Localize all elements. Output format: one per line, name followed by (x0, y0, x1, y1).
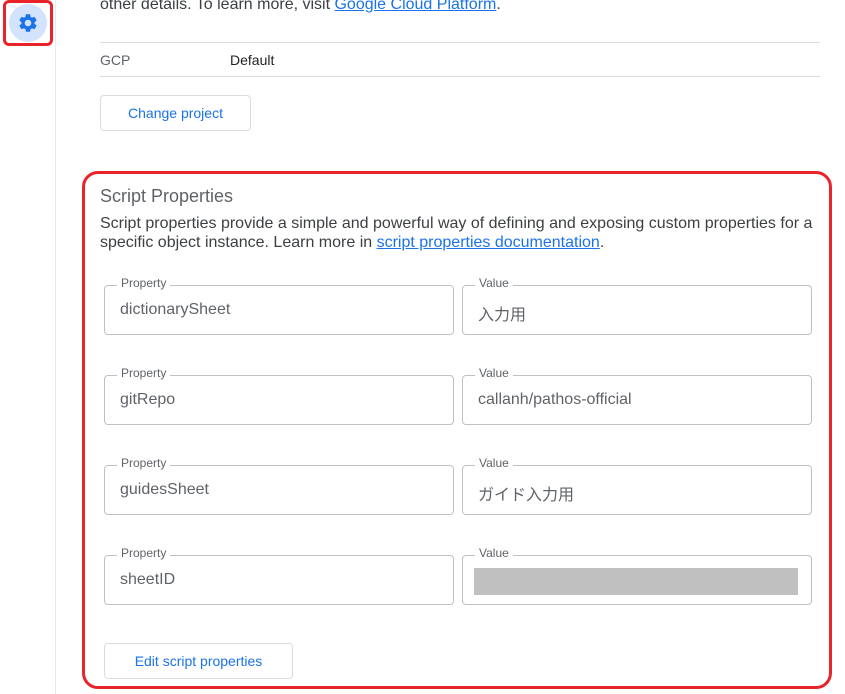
gcp-project-key: GCP (100, 52, 131, 68)
property-field-label: Property (117, 546, 171, 560)
gcp-project-value: Default (230, 52, 275, 68)
edit-script-properties-button[interactable]: Edit script properties (104, 643, 293, 679)
property-field-label: Property (117, 276, 171, 290)
value-field-value: callanh/pathos-official (478, 391, 632, 408)
property-field-value: guidesSheet (120, 481, 209, 498)
gcp-intro-end: . (496, 0, 501, 13)
property-field[interactable]: Property guidesSheet (104, 456, 454, 515)
left-nav-rail (0, 0, 56, 694)
property-field[interactable]: Property dictionarySheet (104, 276, 454, 335)
gcp-intro-line: other details. To learn more, visit (100, 0, 331, 13)
property-field[interactable]: Property sheetID (104, 546, 454, 605)
value-field[interactable]: Value 入力用 (462, 276, 812, 335)
gcp-intro-text: other details. To learn more, visit Goog… (100, 0, 501, 16)
gear-icon (19, 14, 37, 32)
settings-icon-background (9, 4, 47, 42)
value-field-label: Value (475, 276, 513, 290)
google-cloud-platform-link[interactable]: Google Cloud Platform (334, 0, 496, 13)
value-field[interactable]: Value ガイド入力用 (462, 456, 812, 515)
property-field-value: dictionarySheet (120, 301, 231, 318)
project-settings-button[interactable] (3, 0, 53, 46)
redacted-value (474, 568, 798, 595)
value-field-label: Value (475, 456, 513, 470)
value-field-label: Value (475, 366, 513, 380)
value-field-label: Value (475, 546, 513, 560)
value-field[interactable]: Value (462, 546, 812, 605)
gcp-project-row: GCP Default (100, 42, 820, 77)
property-field-value: sheetID (120, 571, 176, 588)
value-field-value: ガイド入力用 (478, 487, 575, 504)
script-properties-doc-link[interactable]: script properties documentation (377, 234, 600, 251)
script-properties-desc-end: . (599, 234, 605, 251)
value-field-value: 入力用 (478, 307, 527, 324)
script-properties-description: Script properties provide a simple and p… (100, 214, 822, 252)
property-field[interactable]: Property gitRepo (104, 366, 454, 425)
value-field[interactable]: Value callanh/pathos-official (462, 366, 812, 425)
property-field-label: Property (117, 456, 171, 470)
property-field-value: gitRepo (120, 391, 176, 408)
change-project-button[interactable]: Change project (100, 95, 251, 131)
script-properties-title: Script Properties (100, 186, 234, 206)
property-field-label: Property (117, 366, 171, 380)
